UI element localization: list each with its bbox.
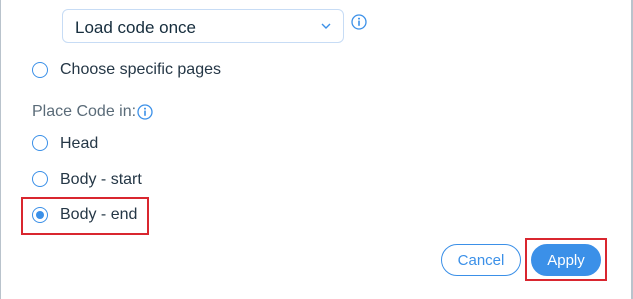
place-code-label: Place Code in:	[32, 103, 137, 120]
head-label[interactable]: Head	[60, 135, 98, 153]
load-code-dropdown-value: Load code once	[75, 18, 196, 37]
cancel-button[interactable]: Cancel	[441, 244, 521, 276]
head-radio[interactable]	[32, 135, 48, 151]
choose-specific-pages-radio[interactable]	[32, 62, 48, 78]
info-icon[interactable]	[351, 14, 367, 30]
chevron-down-icon	[321, 23, 331, 29]
load-code-dropdown[interactable]: Load code once	[62, 9, 344, 43]
body-start-radio[interactable]	[32, 171, 48, 187]
info-icon[interactable]	[137, 104, 153, 120]
dialog-left-border	[0, 0, 1, 299]
choose-specific-pages-label[interactable]: Choose specific pages	[60, 61, 221, 79]
apply-button[interactable]: Apply	[531, 244, 601, 276]
body-end-radio[interactable]	[32, 207, 48, 223]
body-end-label[interactable]: Body - end	[60, 206, 137, 224]
body-start-label[interactable]: Body - start	[60, 171, 142, 189]
